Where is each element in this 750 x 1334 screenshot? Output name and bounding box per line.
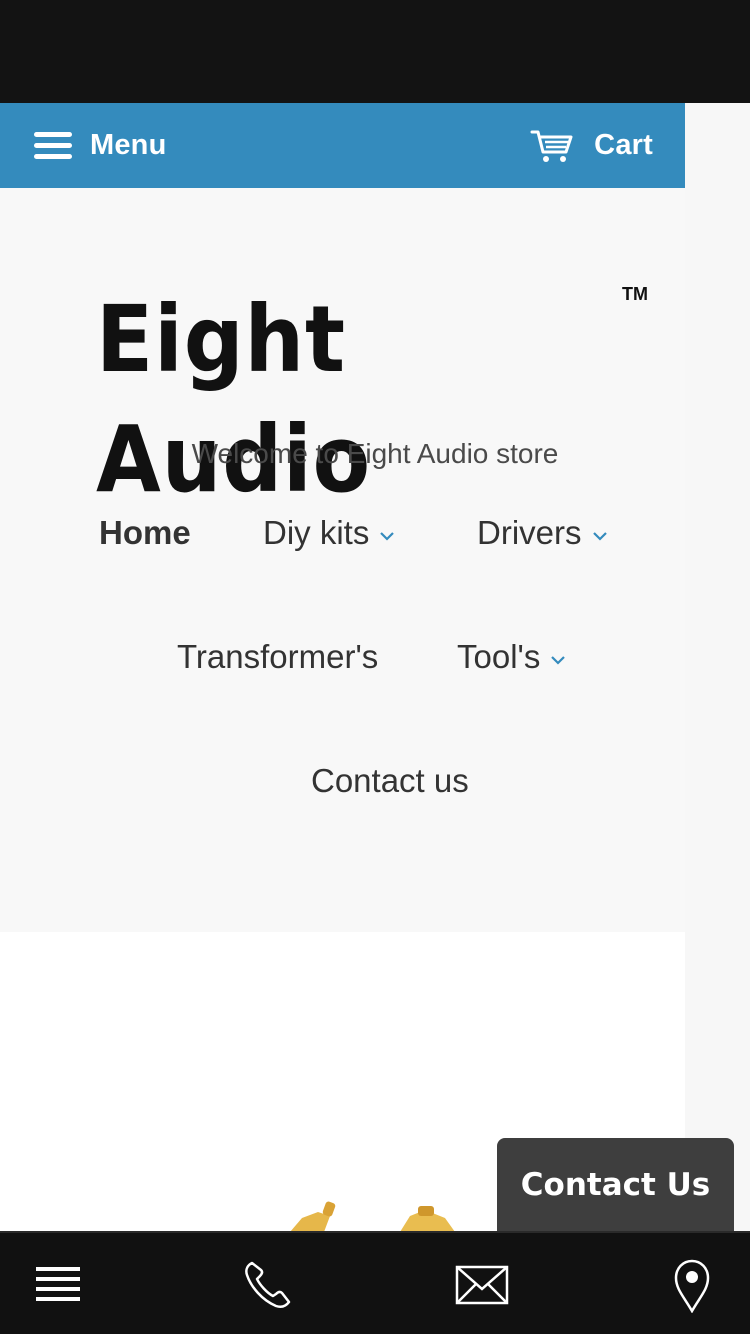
site-logo[interactable]: Eight Audio TM — [96, 280, 656, 513]
nav-item-label: Home — [99, 514, 191, 551]
top-bar: Menu Cart — [0, 103, 685, 188]
contact-us-label: Contact Us — [520, 1167, 711, 1203]
location-pin-icon[interactable] — [664, 1257, 720, 1313]
nav-item-diy-kits[interactable]: Diy kits — [263, 514, 395, 552]
nav-item-home[interactable]: Home — [99, 514, 191, 552]
chevron-down-icon — [592, 531, 608, 541]
nav-item-drivers[interactable]: Drivers — [477, 514, 608, 552]
logo-wordmark: Eight Audio — [96, 286, 372, 513]
logo-trademark: TM — [622, 284, 648, 304]
nav-item-transformers[interactable]: Transformer's — [177, 638, 378, 676]
mail-icon[interactable] — [454, 1257, 510, 1313]
hamburger-icon — [34, 131, 72, 160]
store-tagline: Welcome to Eight Audio store — [191, 438, 559, 469]
menu-button[interactable]: Menu — [34, 103, 167, 188]
product-image-peek — [290, 1201, 455, 1232]
nav-item-contact-us[interactable]: Contact us — [311, 762, 469, 800]
phone-icon[interactable] — [240, 1257, 296, 1313]
list-icon[interactable] — [30, 1257, 86, 1313]
bottom-toolbar — [0, 1231, 750, 1334]
cart-label: Cart — [594, 129, 653, 161]
nav-item-label: Transformer's — [177, 638, 379, 675]
nav-item-label: Diy kits — [263, 514, 370, 551]
right-gutter — [685, 103, 750, 1233]
nav-item-tools[interactable]: Tool's — [457, 638, 566, 676]
nav-item-label: Contact us — [311, 762, 469, 799]
nav-item-label: Drivers — [477, 514, 582, 551]
chevron-down-icon — [550, 655, 566, 665]
cart-icon — [530, 130, 573, 162]
contact-us-button[interactable]: Contact Us — [497, 1138, 734, 1232]
cart-button[interactable]: Cart — [530, 103, 653, 188]
status-bar — [0, 0, 750, 103]
nav-item-label: Tool's — [457, 638, 541, 675]
menu-label: Menu — [90, 129, 167, 161]
chevron-down-icon — [379, 531, 395, 541]
